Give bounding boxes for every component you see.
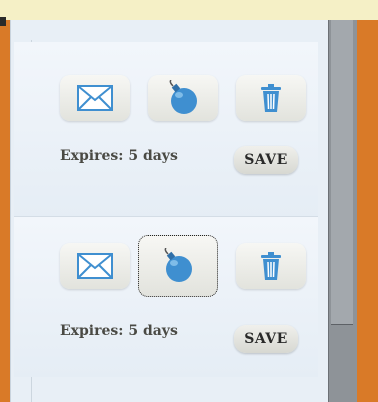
trash-icon [259,251,283,281]
delete-button[interactable] [236,75,306,121]
message-list-view: Expires: 5 days SAVE Expires: 5 days SAV… [0,0,378,402]
save-button[interactable]: SAVE [234,146,298,174]
message-card: Expires: 5 days SAVE [14,216,318,377]
corner-mark [0,17,6,26]
scrollbar[interactable] [328,20,357,402]
envelope-icon [77,85,113,111]
scrollbar-thumb[interactable] [331,20,353,325]
save-button[interactable]: SAVE [234,325,298,353]
expires-label: Expires: 5 days [60,323,178,339]
trash-icon [259,83,283,113]
burn-button[interactable] [138,235,218,297]
delete-button[interactable] [236,243,306,289]
expires-label: Expires: 5 days [60,148,178,164]
email-button[interactable] [60,243,130,289]
top-strip [0,0,378,20]
message-card: Expires: 5 days SAVE [14,42,318,218]
bomb-icon [165,80,201,116]
envelope-icon [77,253,113,279]
email-button[interactable] [60,75,130,121]
bomb-icon [160,248,196,284]
burn-button[interactable] [148,75,218,121]
